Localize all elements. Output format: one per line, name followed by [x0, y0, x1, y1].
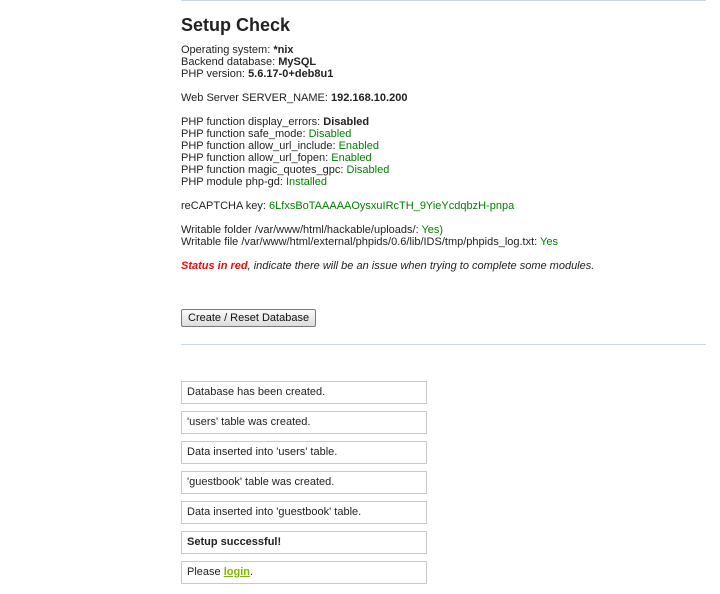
- message-box-guestbook-created: 'guestbook' table was created.: [181, 471, 427, 494]
- php-function-row: PHP function allow_url_include: Enabled: [181, 140, 706, 152]
- writable-folder-value: Yes): [421, 224, 444, 236]
- status-note-text: , indicate there will be an issue when t…: [247, 260, 595, 272]
- message-box-setup-success: Setup successful!: [181, 531, 427, 554]
- php-function-label: PHP function magic_quotes_gpc:: [181, 164, 347, 176]
- db-row: Backend database: MySQL: [181, 56, 706, 68]
- php-function-value: Disabled: [346, 164, 390, 176]
- php-function-value: Disabled: [308, 128, 352, 140]
- login-link[interactable]: login: [224, 566, 250, 578]
- login-suffix: .: [249, 566, 254, 578]
- message-box-users-inserted: Data inserted into 'users' table.: [181, 441, 427, 464]
- php-function-label: PHP function allow_url_fopen:: [181, 152, 332, 164]
- status-note-strong: Status in red: [181, 260, 248, 272]
- php-function-row: PHP function safe_mode: Disabled: [181, 128, 706, 140]
- php-version-value: 5.6.17-0+deb8u1: [248, 68, 334, 80]
- php-function-row: PHP function allow_url_fopen: Enabled: [181, 152, 706, 164]
- php-function-label: PHP function display_errors:: [181, 116, 324, 128]
- php-function-label: PHP function allow_url_include:: [181, 140, 339, 152]
- login-prefix: Please: [187, 566, 224, 578]
- server-name-value: 192.168.10.200: [330, 92, 408, 104]
- page-title: Setup Check: [181, 15, 291, 35]
- recaptcha-row: reCAPTCHA key: 6LfxsBoTAAAAAOysxuIRcTH_9…: [181, 200, 706, 212]
- db-label: Backend database:: [181, 56, 279, 68]
- message-box-users-created: 'users' table was created.: [181, 411, 427, 434]
- php-function-value: Enabled: [331, 152, 372, 164]
- os-value: *nix: [273, 44, 294, 56]
- recaptcha-value: 6LfxsBoTAAAAAOysxuIRcTH_9YieYcdqbzH-pnpa: [269, 200, 515, 212]
- section-divider: [181, 344, 706, 345]
- create-reset-database-button[interactable]: Create / Reset Database: [181, 309, 317, 327]
- status-note: Status in red, indicate there will be an…: [181, 260, 706, 272]
- writable-file-label: Writable file /var/www/html/external/php…: [181, 236, 541, 248]
- php-function-value: Disabled: [323, 116, 370, 128]
- recaptcha-label: reCAPTCHA key:: [181, 200, 270, 212]
- php-function-row: PHP function display_errors: Disabled: [181, 116, 706, 128]
- php-version-row: PHP version: 5.6.17-0+deb8u1: [181, 68, 706, 80]
- php-version-label: PHP version:: [181, 68, 249, 80]
- server-name-label: Web Server SERVER_NAME:: [181, 92, 331, 104]
- writable-folder-row: Writable folder /var/www/html/hackable/u…: [181, 224, 706, 236]
- php-module-row: PHP module php-gd: Installed: [181, 176, 706, 188]
- php-function-label: PHP function safe_mode:: [181, 128, 309, 140]
- php-module-label: PHP module php-gd:: [181, 176, 286, 188]
- db-value: MySQL: [278, 56, 317, 68]
- message-box-guestbook-inserted: Data inserted into 'guestbook' table.: [181, 501, 427, 524]
- server-name-row: Web Server SERVER_NAME: 192.168.10.200: [181, 92, 706, 104]
- os-label: Operating system:: [181, 44, 274, 56]
- php-module-value: Installed: [285, 176, 327, 188]
- writable-file-value: Yes: [540, 236, 559, 248]
- setup-messages: Database has been created. 'users' table…: [181, 381, 427, 591]
- setup-check-section: Setup Check Operating system: *nix Backe…: [181, 14, 706, 272]
- writable-file-row: Writable file /var/www/html/external/php…: [181, 236, 706, 248]
- os-row: Operating system: *nix: [181, 44, 706, 56]
- message-box-db-created: Database has been created.: [181, 381, 427, 404]
- top-divider: [181, 0, 706, 1]
- php-function-row: PHP function magic_quotes_gpc: Disabled: [181, 164, 706, 176]
- writable-folder-label: Writable folder /var/www/html/hackable/u…: [181, 224, 422, 236]
- message-box-login: Please login.: [181, 561, 427, 584]
- php-function-value: Enabled: [338, 140, 379, 152]
- system-info: Operating system: *nix Backend database:…: [181, 44, 706, 272]
